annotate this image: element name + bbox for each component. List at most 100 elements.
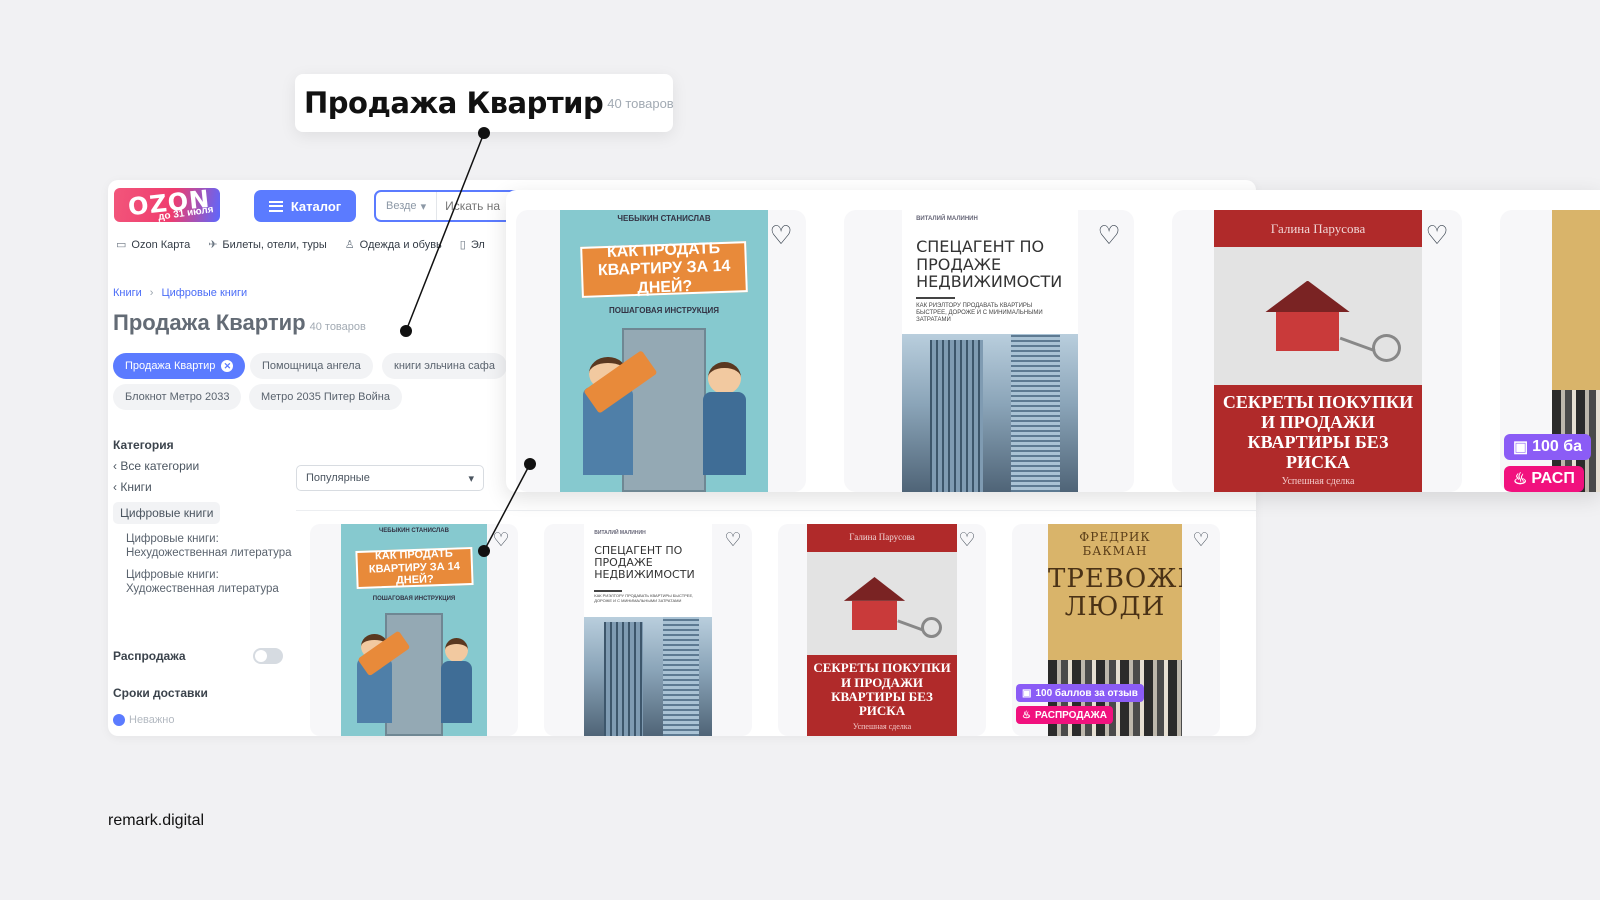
book-subtitle: КАК РИЭЛТОРУ ПРОДАВАТЬ КВАРТИРЫ БЫСТРЕЕ,… (594, 592, 694, 603)
product-card-zoomed[interactable]: ВИТАЛИЙ МАЛИНИН СПЕЦАГЕНТ ПО ПРОДАЖЕ НЕД… (844, 210, 1134, 492)
sidebar-item-all-categories[interactable]: ‹ Все категории (113, 459, 293, 473)
sidebar-subcategory-nonfiction[interactable]: Цифровые книги: Нехудожественная литерат… (126, 532, 293, 560)
callout-count: 40 товаров (607, 95, 674, 111)
nav-item-clothes[interactable]: ♙ Одежда и обувь (344, 238, 442, 252)
product-count: 40 товаров (309, 321, 366, 333)
sort-select[interactable]: Популярные ▾ (296, 465, 484, 491)
zoomed-product-row: ЧЕБЫКИН СТАНИСЛАВ КАК ПРОДАТЬ КВАРТИРУ З… (506, 190, 1600, 492)
skyscrapers-illustration (584, 617, 712, 736)
nav-label: Билеты, отели, туры (222, 238, 327, 251)
heart-icon[interactable]: ♡ (1422, 220, 1452, 250)
product-card-zoomed[interactable]: Галина Парусова СЕКРЕТЫ ПОКУПКИ И ПРОДАЖ… (1172, 210, 1462, 492)
phone-icon: ▯ (459, 239, 466, 251)
card-icon: ▭ (116, 239, 127, 251)
category-heading: Категория (113, 438, 174, 452)
key-ring-illustration (1372, 334, 1402, 363)
product-card[interactable]: Галина Парусова СЕКРЕТЫ ПОКУПКИ И ПРОДАЖ… (778, 524, 986, 736)
sidebar-item-books[interactable]: ‹ Книги (113, 480, 293, 494)
book-title-text: СЕКРЕТЫ ПОКУПКИ И ПРОДАЖИ КВАРТИРЫ БЕЗ Р… (813, 660, 951, 719)
points-badge: ▣ 100 баллов за отзыв (1016, 684, 1144, 702)
book-title: КАК ПРОДАТЬ КВАРТИРУ ЗА 14 ДНЕЙ? (354, 547, 474, 590)
product-card-zoomed[interactable]: ▣ 100 ба ♨ РАСП (1500, 210, 1600, 492)
close-icon[interactable]: ✕ (221, 360, 234, 372)
key-ring-illustration (921, 617, 942, 639)
product-card[interactable]: ВИТАЛИЙ МАЛИНИН СПЕЦАГЕНТ ПО ПРОДАЖЕ НЕД… (544, 524, 752, 736)
chip-label: Продажа Квартир (125, 360, 216, 372)
badge-label: РАСП (1531, 470, 1575, 487)
page-title-text: Продажа Квартир (113, 310, 306, 335)
book-author: ВИТАЛИЙ МАЛИНИН (594, 530, 646, 536)
sale-toggle[interactable] (253, 648, 283, 664)
chip-label: книги эльчина сафа (394, 360, 495, 372)
search-scope-label: Везде (386, 200, 417, 212)
chip-suggestion[interactable]: Блокнот Метро 2033 (113, 384, 242, 410)
catalog-label: Каталог (290, 198, 342, 214)
nav-item-ozon-card[interactable]: ▭ Ozon Карта (116, 238, 190, 252)
heart-icon[interactable]: ♡ (1190, 530, 1212, 552)
chip-suggestion[interactable]: Помощница ангела (250, 353, 373, 379)
heart-icon[interactable]: ♡ (1094, 220, 1124, 250)
review-icon: ▣ (1022, 687, 1032, 699)
badge-label: 100 ба (1532, 438, 1583, 455)
footer-brand: remark.digital (108, 812, 205, 829)
book-title: СЕКРЕТЫ ПОКУПКИ И ПРОДАЖИ КВАРТИРЫ БЕЗ Р… (1214, 384, 1422, 492)
sidebar-filters: Категория ‹ Все категории ‹ Книги Цифров… (113, 438, 293, 596)
top-nav: ▭ Ozon Карта ✈ Билеты, отели, туры ♙ Одежда… (116, 238, 485, 252)
book-title: ТРЕВОЖНЫЕ ЛЮДИ (1048, 564, 1182, 622)
review-icon: ▣ (1513, 439, 1529, 456)
person-illustration (697, 362, 751, 476)
badge-label: РАСПРОДАЖА (1034, 709, 1107, 721)
radio-icon (113, 714, 125, 726)
chip-label: Помощница ангела (262, 360, 361, 372)
sale-label: Распродажа (113, 649, 186, 663)
key-illustration (897, 619, 924, 632)
sidebar-item-label: Книги (120, 480, 152, 494)
hanger-icon: ♙ (344, 239, 355, 251)
heart-icon[interactable]: ♡ (722, 530, 744, 552)
divider (916, 297, 955, 300)
house-illustration (1265, 280, 1351, 351)
search-scope-select[interactable]: Везде ▾ (376, 192, 438, 220)
nav-item-travel[interactable]: ✈ Билеты, отели, туры (208, 238, 327, 252)
chip-suggestion[interactable]: Метро 2035 Питер Война (249, 384, 402, 410)
heart-icon[interactable]: ♡ (766, 220, 796, 250)
sidebar-item-label: Все категории (120, 459, 200, 473)
product-card[interactable]: ФРЕДРИК БАКМАН ТРЕВОЖНЫЕ ЛЮДИ ▣100 балло… (1012, 524, 1220, 736)
fire-icon: ♨ (1022, 709, 1031, 721)
delivery-option[interactable]: Неважно (113, 714, 174, 726)
chip-suggestion[interactable]: книги эльчина сафа (382, 353, 507, 379)
chevron-down-icon: ▾ (420, 200, 427, 213)
book-cover: ЧЕБЫКИН СТАНИСЛАВ КАК ПРОДАТЬ КВАРТИРУ З… (341, 524, 487, 736)
book-title: СПЕЦАГЕНТ ПО ПРОДАЖЕ НЕДВИЖИМОСТИ (594, 544, 695, 582)
sidebar-subcategory-fiction[interactable]: Цифровые книги: Художественная литератур… (126, 568, 293, 596)
book-title: СЕКРЕТЫ ПОКУПКИ И ПРОДАЖИ КВАРТИРЫ БЕЗ Р… (807, 655, 957, 736)
badge-label: 100 баллов за отзыв (1035, 687, 1138, 699)
divider (296, 510, 1256, 511)
sidebar-item-selected[interactable]: Цифровые книги (113, 502, 221, 524)
book-cover: ВИТАЛИЙ МАЛИНИН СПЕЦАГЕНТ ПО ПРОДАЖЕ НЕД… (584, 524, 712, 736)
nav-label: Эл (470, 238, 485, 251)
heart-icon[interactable]: ♡ (490, 530, 512, 552)
book-title-text: СЕКРЕТЫ ПОКУПКИ И ПРОДАЖИ КВАРТИРЫ БЕЗ Р… (1222, 392, 1414, 472)
nav-item-electronics[interactable]: ▯ Эл (459, 238, 485, 252)
person-illustration (437, 638, 475, 724)
points-badge: ▣ 100 ба (1504, 434, 1592, 460)
sort-label: Популярные (306, 472, 370, 484)
breadcrumb-digital-books[interactable]: Цифровые книги (161, 287, 247, 299)
ozon-logo[interactable]: OZON до 31 июля (114, 188, 220, 222)
plane-icon: ✈ (208, 239, 218, 251)
heart-icon[interactable]: ♡ (956, 530, 978, 552)
divider (594, 589, 623, 592)
key-illustration (1339, 336, 1376, 352)
breadcrumb-books[interactable]: Книги (113, 287, 142, 299)
chevron-right-icon: › (149, 287, 154, 299)
book-title: КАК ПРОДАТЬ КВАРТИРУ ЗА 14 ДНЕЙ? (579, 240, 749, 298)
book-title: СПЕЦАГЕНТ ПО ПРОДАЖЕ НЕДВИЖИМОСТИ (916, 237, 1063, 292)
book-author: Галина Парусова (849, 532, 915, 543)
catalog-button[interactable]: Каталог (254, 190, 356, 222)
book-author: ЧЕБЫКИН СТАНИСЛАВ (617, 214, 711, 223)
product-card[interactable]: ЧЕБЫКИН СТАНИСЛАВ КАК ПРОДАТЬ КВАРТИРУ З… (310, 524, 518, 736)
product-card-zoomed[interactable]: ЧЕБЫКИН СТАНИСЛАВ КАК ПРОДАТЬ КВАРТИРУ З… (516, 210, 806, 492)
chip-active-query[interactable]: Продажа Квартир ✕ (113, 353, 246, 379)
book-subtitle: ПОШАГОВАЯ ИНСТРУКЦИЯ (609, 305, 719, 315)
